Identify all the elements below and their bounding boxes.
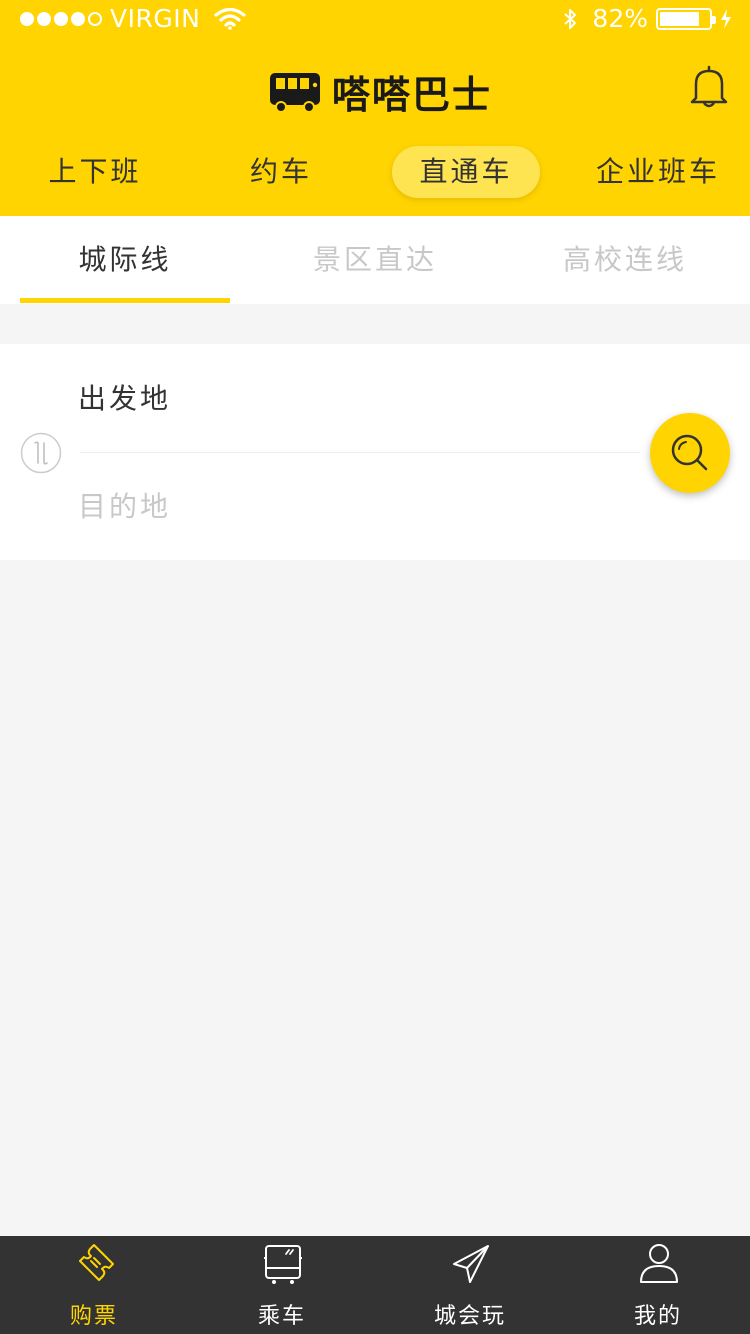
wifi-icon: [214, 7, 246, 30]
bus-icon: [264, 1245, 302, 1284]
tab-corporate-shuttle[interactable]: 企业班车: [592, 146, 724, 198]
tab-intercity[interactable]: 城际线: [20, 216, 230, 304]
nav-label-tickets: 购票: [69, 1304, 118, 1329]
app-logo: 嗒嗒巴士: [268, 64, 492, 119]
swap-arrows-icon[interactable]: [20, 432, 62, 474]
paper-plane-icon: [453, 1245, 489, 1283]
app-title: 嗒嗒巴士: [332, 73, 493, 117]
bluetooth-icon: [564, 8, 577, 29]
status-right: 82%: [562, 4, 732, 33]
departure-field[interactable]: 出发地: [78, 374, 638, 424]
bottom-navigation: 购票 乘车 城会玩 我的: [0, 1236, 750, 1334]
search-button[interactable]: [650, 413, 730, 493]
charging-bolt-icon: [721, 8, 731, 29]
nav-label-city-fun: 城会玩: [433, 1304, 506, 1329]
carrier-name: VIRGIN: [110, 4, 201, 33]
nav-city-fun[interactable]: 城会玩: [376, 1236, 564, 1334]
battery-icon: [656, 7, 716, 30]
active-tab-indicator: [20, 298, 230, 303]
nav-profile[interactable]: 我的: [564, 1236, 750, 1334]
nav-label-ride: 乘车: [257, 1304, 306, 1329]
status-left: VIRGIN: [20, 4, 246, 33]
bell-icon[interactable]: [688, 64, 730, 108]
battery-fill: [660, 11, 700, 26]
nav-ride[interactable]: 乘车: [188, 1236, 376, 1334]
route-type-tabs: 城际线 景区直达 高校连线: [0, 216, 750, 304]
field-divider: [80, 452, 640, 453]
ticket-icon: [79, 1244, 114, 1281]
status-bar: VIRGIN 82%: [0, 0, 750, 40]
signal-strength-icon: [20, 11, 102, 26]
tab-express[interactable]: 直通车: [392, 146, 540, 198]
search-icon: [671, 434, 708, 471]
route-search-card: 出发地 目的地: [0, 344, 750, 560]
category-tabs: 上下班 约车 直通车 企业班车: [0, 146, 750, 198]
tab-campus-link[interactable]: 高校连线: [520, 216, 730, 304]
nav-label-profile: 我的: [633, 1304, 682, 1329]
nav-tickets[interactable]: 购票: [0, 1236, 188, 1334]
bus-logo-icon: [270, 72, 320, 113]
destination-field[interactable]: 目的地: [78, 482, 638, 532]
tab-commute[interactable]: 上下班: [40, 146, 150, 198]
user-icon: [640, 1244, 678, 1283]
tab-ride-hail[interactable]: 约车: [234, 146, 328, 198]
battery-percent: 82%: [592, 4, 648, 33]
tab-scenic-direct[interactable]: 景区直达: [270, 216, 480, 304]
